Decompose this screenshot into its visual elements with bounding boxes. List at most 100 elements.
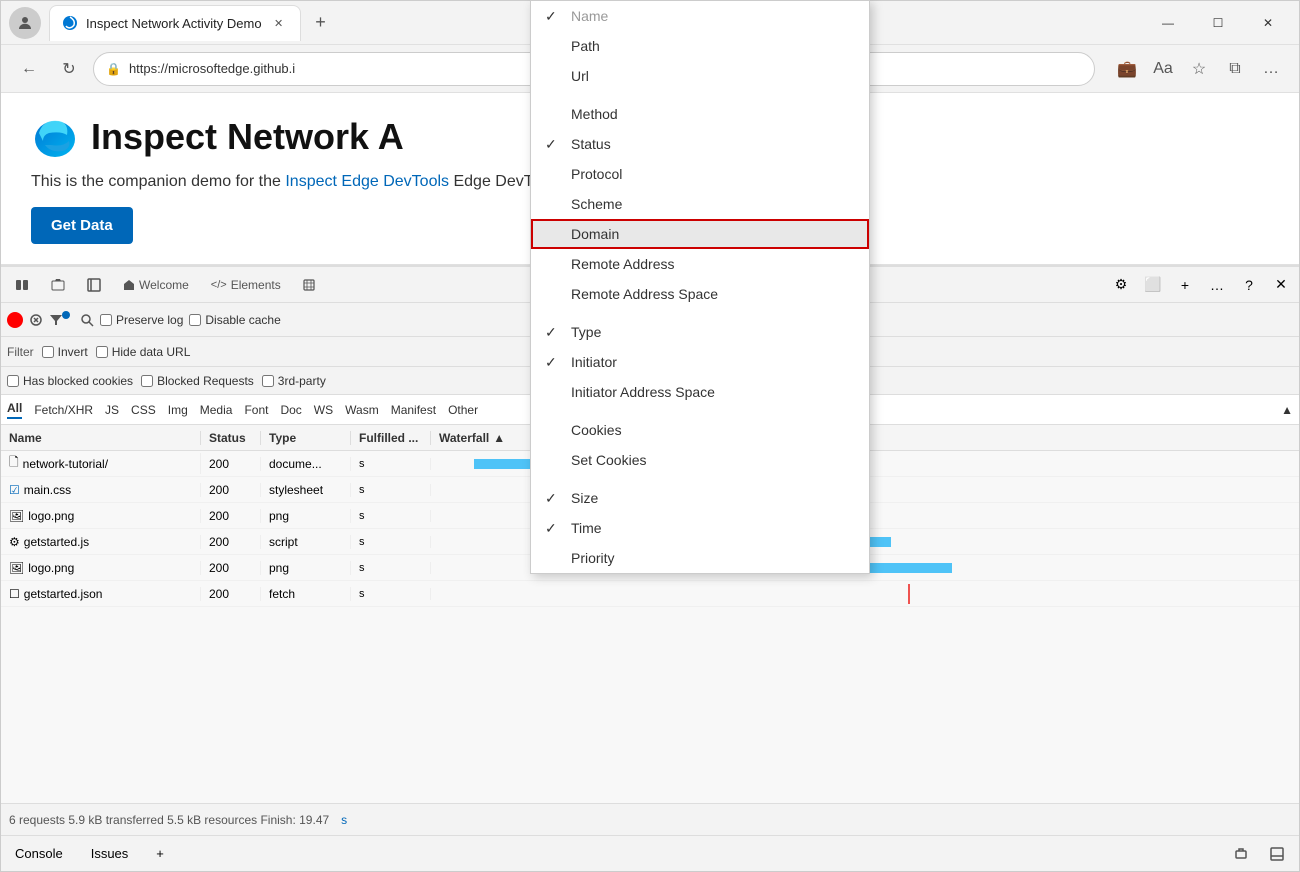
- active-tab[interactable]: Inspect Network Activity Demo ✕: [49, 5, 301, 41]
- welcome-tab[interactable]: Welcome: [113, 269, 199, 301]
- res-type-all[interactable]: All: [7, 401, 22, 419]
- console-tab[interactable]: Console: [9, 842, 69, 865]
- row-type: png: [261, 561, 351, 575]
- disable-cache-checkbox[interactable]: Disable cache: [189, 313, 280, 327]
- cm-item-remote-address-space[interactable]: Remote Address Space: [531, 279, 869, 309]
- col-header-type[interactable]: Type: [261, 431, 351, 445]
- devtools-close-btn[interactable]: ✕: [1267, 271, 1295, 299]
- tab-close-button[interactable]: ✕: [270, 14, 288, 32]
- close-button[interactable]: ✕: [1245, 7, 1291, 39]
- cm-label-set-cookies: Set Cookies: [571, 452, 646, 468]
- edge-devtools-link[interactable]: Edge DevTools: [341, 173, 453, 190]
- cm-item-remote-address[interactable]: Remote Address: [531, 249, 869, 279]
- get-data-button[interactable]: Get Data: [31, 207, 133, 244]
- row-type: fetch: [261, 587, 351, 601]
- network-stats: 6 requests 5.9 kB transferred 5.5 kB res…: [9, 813, 329, 827]
- devtools-dock-icon[interactable]: ⬜: [1139, 271, 1167, 299]
- hide-data-url-checkbox[interactable]: Hide data URL: [96, 345, 191, 359]
- cm-item-name[interactable]: ✓ Name: [531, 1, 869, 31]
- cm-label-domain: Domain: [571, 226, 619, 242]
- collections-icon[interactable]: 💼: [1111, 53, 1143, 85]
- cm-item-status[interactable]: ✓ Status: [531, 129, 869, 159]
- res-type-manifest[interactable]: Manifest: [391, 403, 436, 417]
- favorites-icon[interactable]: ☆: [1183, 53, 1215, 85]
- cm-item-priority[interactable]: Priority: [531, 543, 869, 573]
- add-tab-btn[interactable]: +: [150, 842, 170, 865]
- preserve-log-label: Preserve log: [116, 313, 183, 327]
- panel-icon[interactable]: [1263, 840, 1291, 868]
- network-tab[interactable]: [293, 269, 325, 301]
- cm-separator-3: [531, 407, 869, 415]
- row-type: stylesheet: [261, 483, 351, 497]
- minimize-button[interactable]: —: [1145, 7, 1191, 39]
- third-party-checkbox[interactable]: 3rd-party: [262, 374, 326, 388]
- new-tab-button[interactable]: +: [305, 7, 337, 39]
- cm-item-method[interactable]: Method: [531, 99, 869, 129]
- clear-network-btn[interactable]: [29, 313, 43, 327]
- table-row[interactable]: ☐ getstarted.json 200 fetch s: [1, 581, 1299, 607]
- read-aloud-icon[interactable]: Aa: [1147, 53, 1179, 85]
- waterfall-sort-icon[interactable]: ▲: [493, 431, 505, 445]
- cm-item-domain[interactable]: Domain: [531, 219, 869, 249]
- res-type-css[interactable]: CSS: [131, 403, 156, 417]
- res-type-xhr[interactable]: Fetch/XHR: [34, 403, 93, 417]
- row-status: 200: [201, 509, 261, 523]
- preserve-log-checkbox[interactable]: Preserve log: [100, 313, 183, 327]
- record-icon-btn[interactable]: [5, 269, 39, 301]
- search-network-btn[interactable]: [80, 313, 94, 327]
- cm-item-time[interactable]: ✓ Time: [531, 513, 869, 543]
- issues-tab[interactable]: Issues: [85, 842, 135, 865]
- res-type-media[interactable]: Media: [200, 403, 233, 417]
- blocked-requests-checkbox[interactable]: Blocked Requests: [141, 374, 254, 388]
- profile-icon[interactable]: [9, 7, 41, 39]
- js-icon: ⚙: [9, 535, 20, 549]
- devtools-help-btn[interactable]: ?: [1235, 271, 1263, 299]
- res-type-ws[interactable]: WS: [314, 403, 333, 417]
- col-header-name[interactable]: Name: [1, 431, 201, 445]
- expand-icon[interactable]: [1227, 840, 1255, 868]
- res-type-js[interactable]: JS: [105, 403, 119, 417]
- row-fulfilled: s: [351, 458, 431, 470]
- check-icon: ✓: [545, 136, 557, 153]
- split-screen-icon[interactable]: ⧉: [1219, 53, 1251, 85]
- sort-up-icon[interactable]: ▲: [1281, 403, 1293, 417]
- cm-item-protocol[interactable]: Protocol: [531, 159, 869, 189]
- cm-item-set-cookies[interactable]: Set Cookies: [531, 445, 869, 475]
- record-network-btn[interactable]: [7, 312, 23, 328]
- filter-network-btn[interactable]: [49, 313, 74, 327]
- cm-item-cookies[interactable]: Cookies: [531, 415, 869, 445]
- has-blocked-cookies-checkbox[interactable]: Has blocked cookies: [7, 374, 133, 388]
- cm-item-type[interactable]: ✓ Type: [531, 317, 869, 347]
- cm-item-path[interactable]: Path: [531, 31, 869, 61]
- devtools-more-btn[interactable]: …: [1203, 271, 1231, 299]
- row-status: 200: [201, 587, 261, 601]
- cm-item-initiator-address-space[interactable]: Initiator Address Space: [531, 377, 869, 407]
- settings-icon[interactable]: …: [1255, 53, 1287, 85]
- col-header-status[interactable]: Status: [201, 431, 261, 445]
- maximize-button[interactable]: ☐: [1195, 7, 1241, 39]
- devtools-add-tab-btn[interactable]: +: [1171, 271, 1199, 299]
- cm-item-scheme[interactable]: Scheme: [531, 189, 869, 219]
- hide-data-url-label: Hide data URL: [112, 345, 191, 359]
- elements-tab[interactable]: </> Elements: [201, 269, 291, 301]
- res-type-other[interactable]: Other: [448, 403, 478, 417]
- invert-filter-checkbox[interactable]: Invert: [42, 345, 88, 359]
- inspect-link[interactable]: Inspect: [285, 173, 337, 190]
- res-type-doc[interactable]: Doc: [280, 403, 301, 417]
- cm-item-initiator[interactable]: ✓ Initiator: [531, 347, 869, 377]
- screenshot-btn[interactable]: [41, 269, 75, 301]
- cm-item-url[interactable]: Url: [531, 61, 869, 91]
- back-button[interactable]: ←: [13, 53, 45, 85]
- col-header-fulfilled[interactable]: Fulfilled ...: [351, 431, 431, 445]
- devtools-settings-icon[interactable]: ⚙: [1107, 271, 1135, 299]
- sidebar-btn[interactable]: [77, 269, 111, 301]
- cm-item-size[interactable]: ✓ Size: [531, 483, 869, 513]
- cm-label-initiator-address-space: Initiator Address Space: [571, 384, 715, 400]
- json-icon: ☐: [9, 587, 20, 601]
- browser-toolbar: 💼 Aa ☆ ⧉ …: [1111, 53, 1287, 85]
- refresh-button[interactable]: ↻: [53, 53, 85, 85]
- res-type-font[interactable]: Font: [244, 403, 268, 417]
- record-dot: [7, 312, 23, 328]
- res-type-img[interactable]: Img: [168, 403, 188, 417]
- res-type-wasm[interactable]: Wasm: [345, 403, 379, 417]
